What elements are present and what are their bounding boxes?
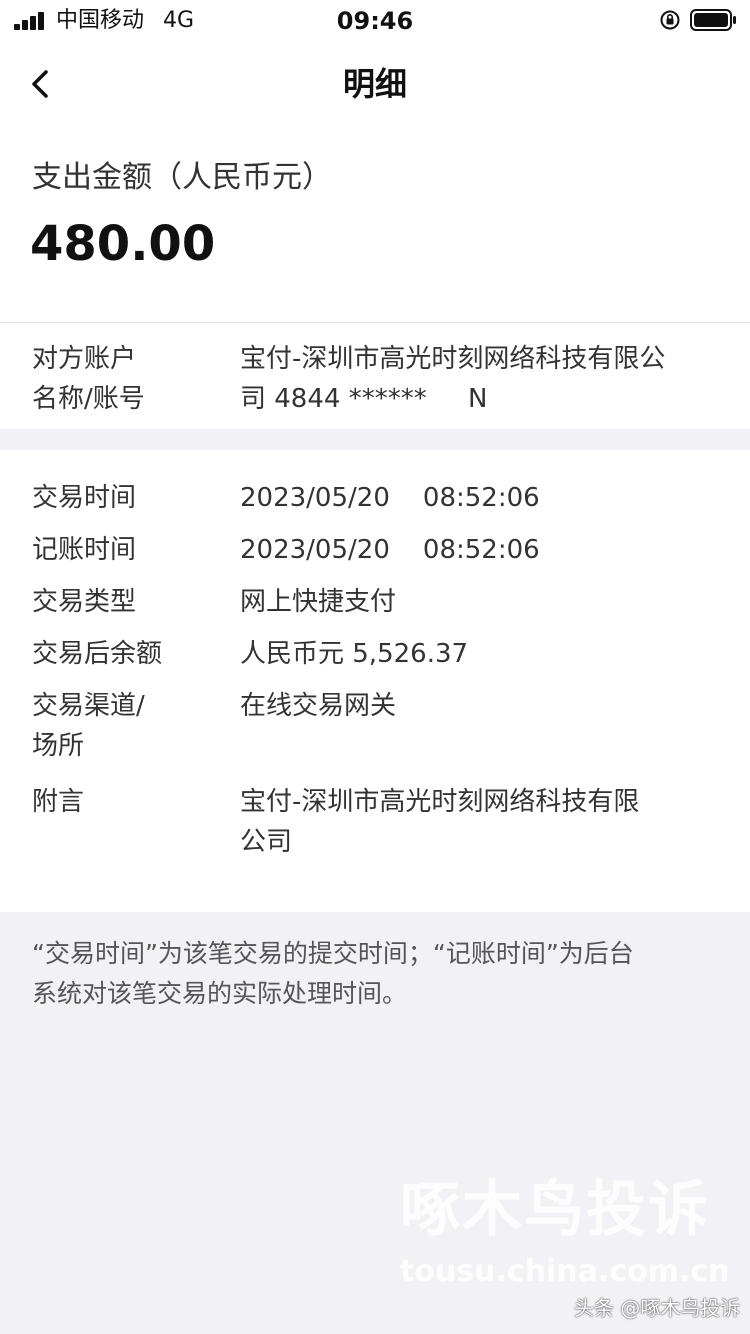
detail-label-balance: 交易后余额 [32, 639, 163, 669]
page-title: 明细 [342, 65, 407, 103]
detail-label-remark: 附言 [32, 787, 85, 817]
detail-label-channel: 交易渠道/ 场所 [32, 686, 222, 766]
footnote-line2: 系统对该笔交易的实际处理时间。 [32, 979, 408, 1008]
detail-value-transaction-time: 2023/05/20 08:52:06 [240, 483, 540, 513]
detail-value-remark: 宝付-深圳市高光时刻网络科技有限 公司 [240, 782, 720, 862]
detail-value-transaction-type: 网上快捷支付 [240, 587, 397, 617]
status-bar: 中国移动 4G 09:46 [0, 0, 750, 44]
account-value-line2: 司 4844 ****** N [240, 384, 488, 414]
account-label-line1: 对方账户 [32, 344, 137, 374]
account-label-line2: 名称/账号 [32, 384, 145, 414]
footnote: “交易时间”为该笔交易的提交时间；“记账时间”为后台 系统对该笔交易的实际处理时… [32, 934, 722, 1014]
channel-label-line2: 场所 [32, 731, 85, 761]
footnote-line1: “交易时间”为该笔交易的提交时间；“记账时间”为后台 [32, 939, 634, 968]
detail-label-transaction-time: 交易时间 [32, 483, 137, 513]
amount-label: 支出金额（人民币元） [32, 160, 332, 195]
details-section: 交易时间 2023/05/20 08:52:06 记账时间 2023/05/20… [0, 450, 750, 912]
status-time: 09:46 [336, 7, 414, 35]
account-section: 对方账户 名称/账号 宝付-深圳市高光时刻网络科技有限公 司 4844 ****… [0, 322, 750, 429]
watermark-brand: 啄木鸟投诉 [400, 1175, 710, 1245]
watermark-tag: 头条 @啄木鸟投诉 [574, 1296, 741, 1320]
detail-label-transaction-type: 交易类型 [32, 587, 137, 617]
channel-label-line1: 交易渠道/ [32, 691, 145, 721]
detail-value-posting-time: 2023/05/20 08:52:06 [240, 535, 540, 565]
orientation-lock-icon [660, 10, 680, 30]
account-label: 对方账户 名称/账号 [32, 339, 222, 419]
detail-value-balance: 人民币元 5,526.37 [240, 639, 469, 669]
account-value: 宝付-深圳市高光时刻网络科技有限公 司 4844 ****** N [240, 339, 720, 419]
account-value-line1: 宝付-深圳市高光时刻网络科技有限公 [240, 344, 666, 374]
battery-icon [690, 9, 736, 31]
detail-label-posting-time: 记账时间 [32, 535, 137, 565]
remark-value-line1: 宝付-深圳市高光时刻网络科技有限 [240, 787, 640, 817]
watermark-url: tousu.china.com.cn [400, 1254, 730, 1289]
remark-value-line2: 公司 [240, 827, 293, 857]
detail-value-channel: 在线交易网关 [240, 691, 397, 721]
amount-value: 480.00 [30, 216, 216, 272]
